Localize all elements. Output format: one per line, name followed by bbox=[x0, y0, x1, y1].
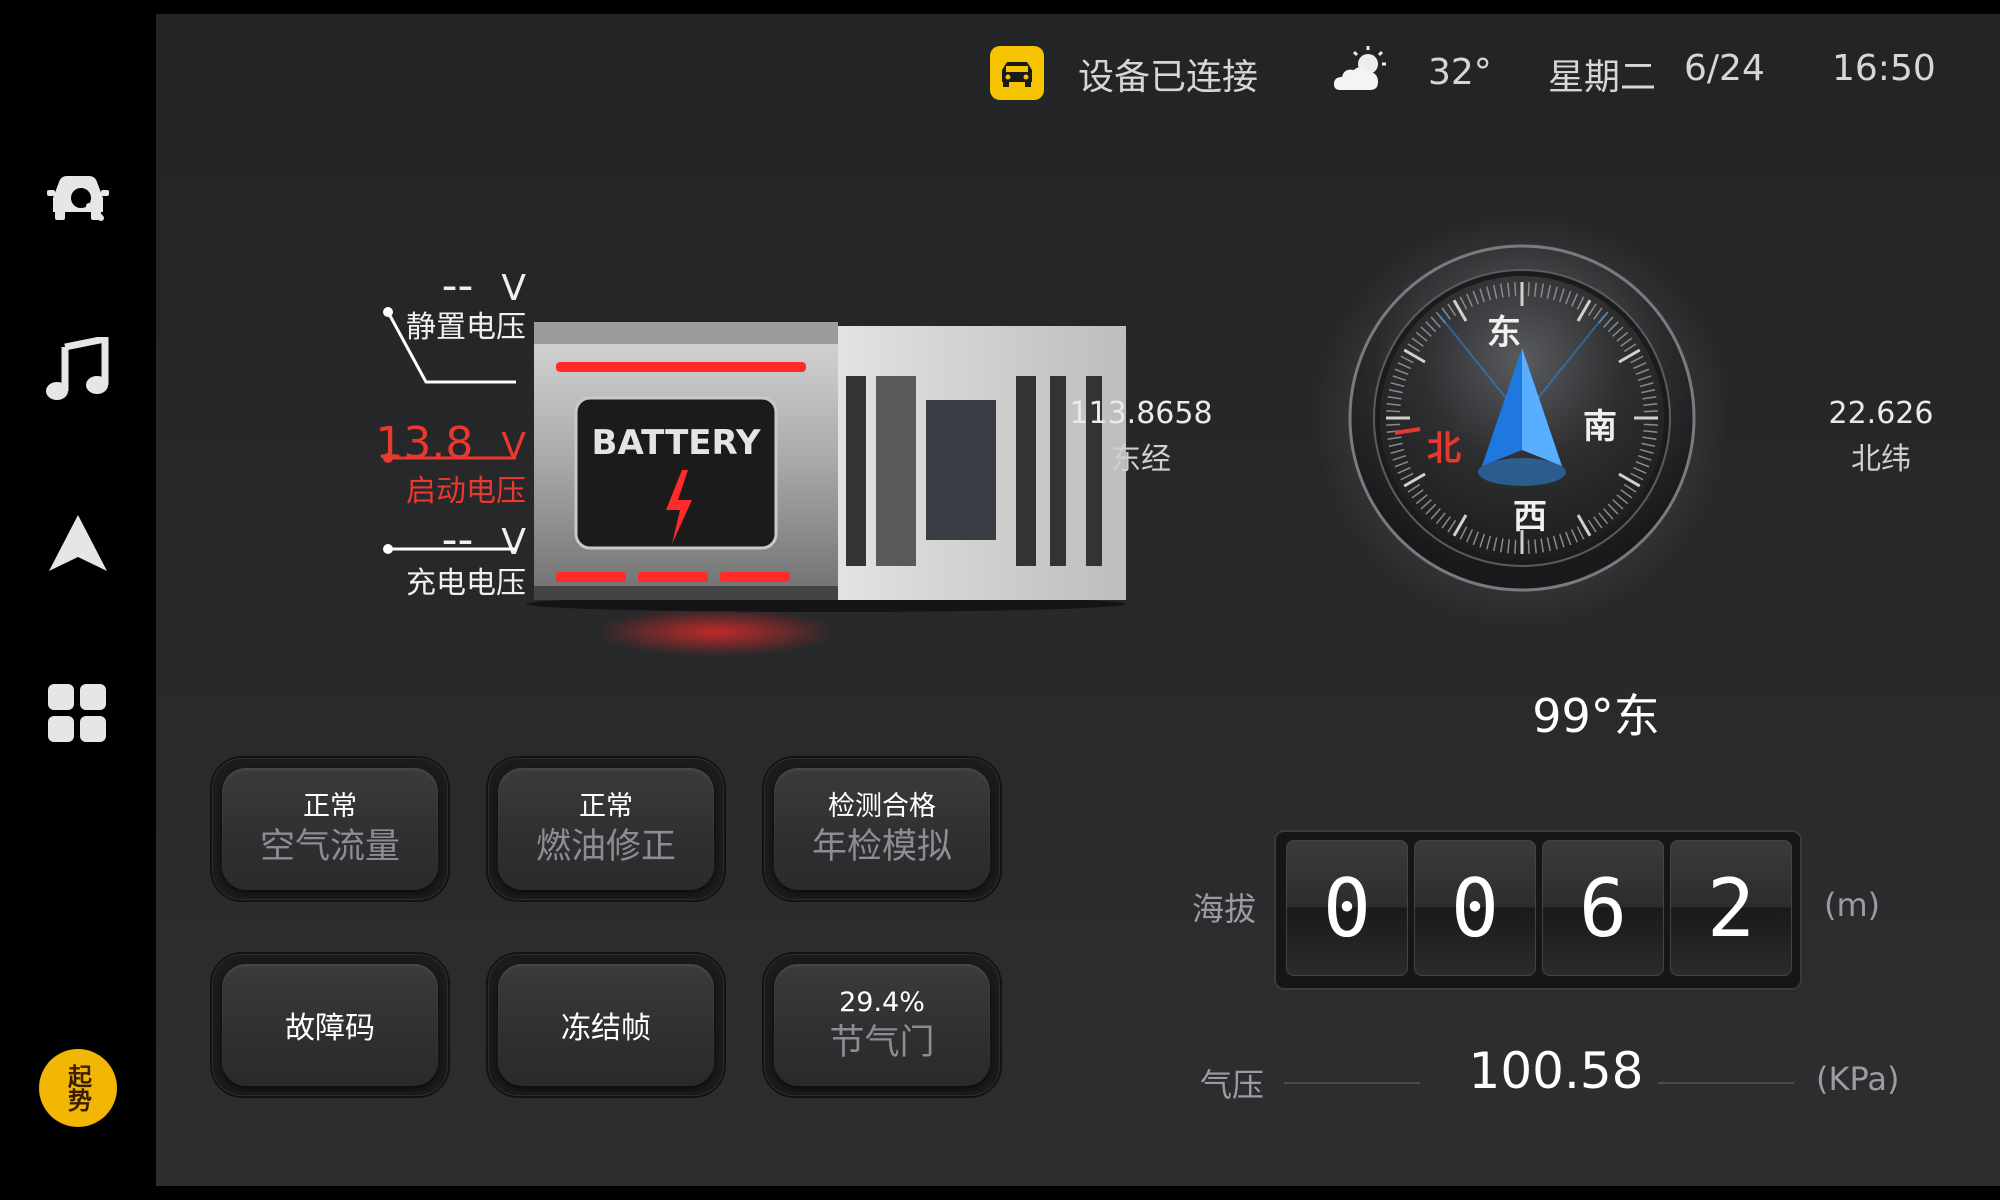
battery-illustration: BATTERY bbox=[526, 322, 1126, 656]
tile-label: 年检模拟 bbox=[811, 827, 952, 867]
pressure-unit: (KPa) bbox=[1816, 1060, 1900, 1098]
tile-label: 冻结帧 bbox=[561, 1011, 651, 1046]
air-flow-tile[interactable]: 正常 空气流量 bbox=[212, 758, 448, 900]
car-diagnostic-icon[interactable] bbox=[38, 156, 118, 236]
compass-dir-right: 南 bbox=[1583, 407, 1617, 447]
altitude-counter: 0 0 6 2 bbox=[1274, 830, 1802, 990]
latitude-value: 22.626 bbox=[1828, 396, 1934, 431]
latitude-label: 北纬 bbox=[1851, 442, 1911, 477]
fault-code-tile[interactable]: 故障码 bbox=[212, 954, 448, 1096]
altitude-digit: 2 bbox=[1670, 840, 1792, 976]
connection-status: 设备已连接 bbox=[1078, 57, 1259, 98]
pressure-label: 气压 bbox=[1200, 1066, 1265, 1104]
partly-cloudy-sun-icon bbox=[1332, 44, 1392, 102]
tile-status: 29.4% bbox=[839, 987, 925, 1018]
altitude-digit: 0 bbox=[1414, 840, 1536, 976]
compass-tick bbox=[1386, 423, 1401, 426]
compass-tick bbox=[1514, 282, 1517, 297]
inspection-sim-tile[interactable]: 检测合格 年检模拟 bbox=[764, 758, 1000, 900]
pressure-value: 100.58 bbox=[1468, 1042, 1644, 1100]
pressure-divider-right bbox=[1658, 1082, 1794, 1084]
navigation-arrow-icon[interactable] bbox=[38, 504, 118, 584]
tile-status: 检测合格 bbox=[828, 791, 936, 822]
compass-dial: 东 南 西 北 bbox=[1312, 208, 1732, 628]
fuel-trim-tile[interactable]: 正常 燃油修正 bbox=[488, 758, 724, 900]
compass-dir-left: 北 bbox=[1427, 429, 1461, 469]
compass-heading: 99°东 bbox=[1532, 689, 1660, 743]
tile-label: 故障码 bbox=[285, 1011, 375, 1046]
compass-tick bbox=[1643, 423, 1658, 426]
compass-tick bbox=[1643, 410, 1658, 413]
altitude-label: 海拔 bbox=[1192, 890, 1257, 928]
tile-label: 节气门 bbox=[829, 1023, 935, 1063]
compass-tick bbox=[1514, 539, 1517, 554]
altitude-unit: (m) bbox=[1824, 886, 1881, 924]
logo-text: 起势 bbox=[63, 1064, 93, 1112]
altitude-digit: 0 bbox=[1286, 840, 1408, 976]
freeze-frame-tile[interactable]: 冻结帧 bbox=[488, 954, 724, 1096]
longitude-label: 东经 bbox=[1111, 442, 1171, 477]
compass-tick bbox=[1527, 282, 1530, 297]
compass-tick bbox=[1386, 410, 1401, 413]
longitude-value: 113.8658 bbox=[1069, 396, 1213, 431]
music-note-icon[interactable] bbox=[38, 330, 118, 410]
weekday: 星期二 bbox=[1548, 57, 1657, 98]
compass-dir-bottom: 西 bbox=[1513, 497, 1547, 537]
clock-time: 16:50 bbox=[1832, 48, 1936, 89]
tile-label: 燃油修正 bbox=[535, 827, 676, 867]
tile-label: 空气流量 bbox=[259, 827, 400, 867]
date: 6/24 bbox=[1684, 48, 1765, 89]
device-connection-icon[interactable] bbox=[990, 46, 1044, 100]
brand-logo[interactable]: 起势 bbox=[38, 1048, 118, 1128]
pressure-divider-left bbox=[1284, 1082, 1420, 1084]
battery-brand-text: BATTERY bbox=[592, 423, 761, 463]
throttle-tile[interactable]: 29.4% 节气门 bbox=[764, 954, 1000, 1096]
compass-tick bbox=[1527, 539, 1530, 554]
apps-grid-icon[interactable] bbox=[38, 674, 118, 754]
temperature: 32° bbox=[1428, 52, 1492, 93]
tile-status: 正常 bbox=[303, 791, 357, 822]
main-panel: 设备已连接 32° 星期二 6/24 16:50 -- V 静置电压 13.8 … bbox=[156, 14, 2000, 1186]
altitude-digit: 6 bbox=[1542, 840, 1664, 976]
sidebar: 起势 bbox=[0, 0, 156, 1200]
compass-dir-top: 东 bbox=[1487, 313, 1521, 353]
tile-status: 正常 bbox=[579, 791, 633, 822]
